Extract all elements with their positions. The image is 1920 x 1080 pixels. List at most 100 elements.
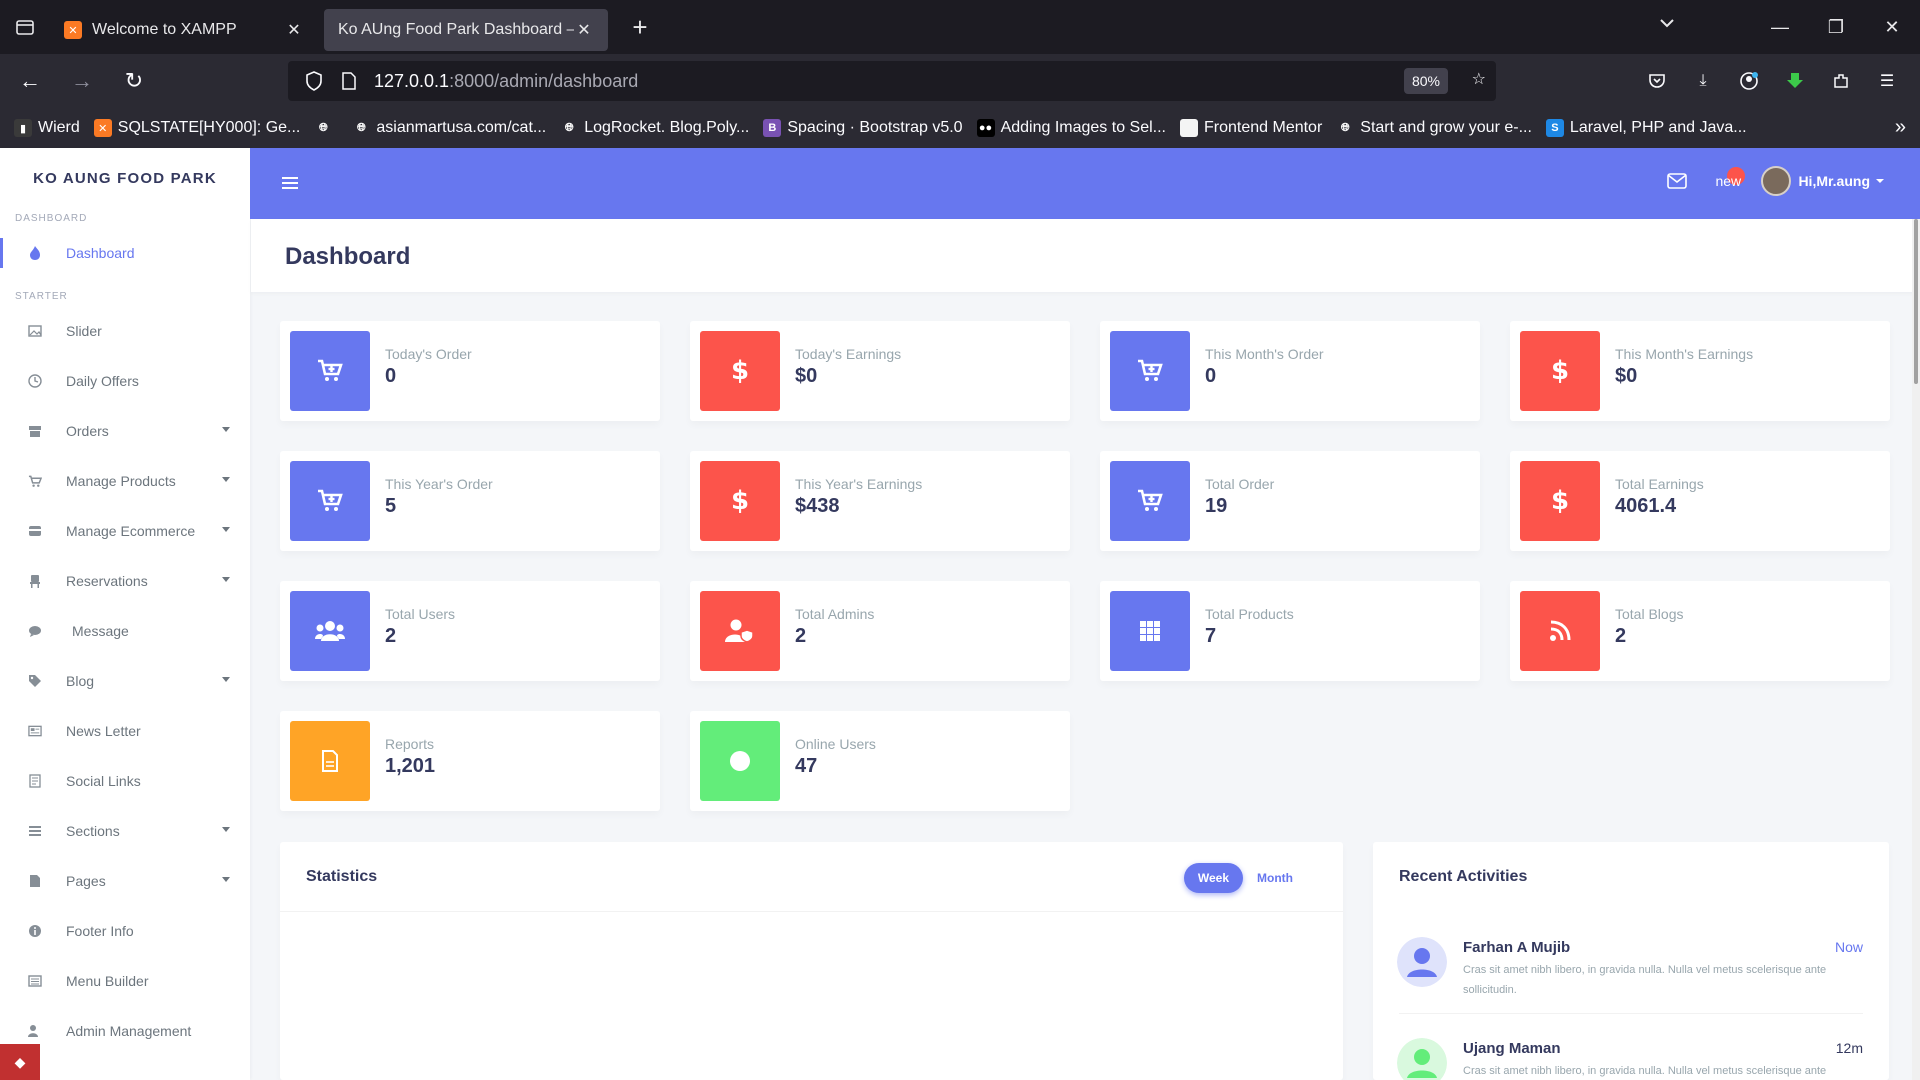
activity-text: Cras sit amet nibh libero, in gravida nu…	[1463, 964, 1827, 996]
envelope-icon[interactable]	[1657, 173, 1697, 189]
stat-card-this-month-s-earnings: $ This Month's Earnings $0	[1510, 321, 1890, 421]
sidebar-item-orders[interactable]: Orders	[0, 406, 250, 456]
restore-icon[interactable]: ❐	[1808, 0, 1864, 54]
notification-bell[interactable]: new	[1715, 167, 1755, 189]
url-host: 127.0.0.1	[374, 70, 450, 91]
bootstrap-icon: B	[763, 119, 782, 137]
tab-title: Welcome to XAMPP	[92, 21, 237, 38]
scrollbar-thumb[interactable]	[1914, 219, 1918, 384]
dollar-icon: $	[700, 461, 780, 541]
chevron-double-right-icon[interactable]: »	[1895, 116, 1906, 139]
sidebar-item-sections[interactable]: Sections	[0, 806, 250, 856]
menu-header-dashboard: DASHBOARD	[15, 212, 88, 224]
bookmark-item[interactable]: 🌐︎ asianmartusa.com/cat...	[352, 119, 546, 137]
user-greeting[interactable]: Hi,Mr.aung	[1798, 173, 1870, 189]
caret-down-icon[interactable]	[222, 827, 230, 832]
shield-icon[interactable]	[294, 71, 334, 91]
browser-tab-dashboard[interactable]: Ko AUng Food Park Dashboard — S ✕	[324, 9, 608, 51]
sidebar-item-blog[interactable]: Blog	[0, 656, 250, 706]
tab-week[interactable]: Week	[1183, 863, 1244, 893]
bookmark-item[interactable]: ✕ SQLSTATE[HY000]: Ge...	[93, 119, 300, 137]
new-tab-button[interactable]: +	[620, 7, 660, 47]
sidebar-item-footer-info[interactable]: Footer Info	[0, 906, 250, 956]
close-window-icon[interactable]: ✕	[1864, 0, 1920, 54]
stat-value: 0	[1205, 365, 1217, 387]
sidebar-item-label: Daily Offers	[66, 373, 139, 389]
browser-tab-bar: ✕ Welcome to XAMPP ✕ Ko AUng Food Park D…	[0, 0, 1920, 54]
activity-name: Ujang Maman	[1463, 1040, 1561, 1057]
sidebar-item-menu-builder[interactable]: Menu Builder	[0, 956, 250, 1006]
pocket-icon[interactable]	[1634, 59, 1680, 103]
menu-icon[interactable]: ☰	[1864, 59, 1910, 103]
caret-down-icon[interactable]	[222, 677, 230, 682]
forward-icon[interactable]: →	[60, 59, 104, 103]
sidebar-item-manage-products[interactable]: Manage Products	[0, 456, 250, 506]
stat-title: This Month's Order	[1205, 346, 1324, 362]
sidebar-item-label: Manage Ecommerce	[66, 523, 196, 539]
url-bar[interactable]: 127.0.0.1:8000/admin/dashboard 80% ☆	[288, 61, 1496, 101]
stat-title: Total Blogs	[1615, 606, 1684, 622]
chevron-down-icon[interactable]	[1658, 14, 1676, 37]
sidebar-item-news-letter[interactable]: News Letter	[0, 706, 250, 756]
sidebar-item-label: Manage Products	[66, 473, 176, 489]
url-text[interactable]: 127.0.0.1:8000/admin/dashboard	[374, 71, 638, 92]
list-item[interactable]: Farhan A Mujib Now Cras sit amet nibh li…	[1373, 912, 1889, 1013]
globe-icon: 🌐︎	[1340, 121, 1350, 134]
stat-title: Total Admins	[795, 606, 875, 622]
page-icon[interactable]	[334, 72, 364, 90]
bookmark-label: Adding Images to Sel...	[1000, 119, 1166, 136]
bookmark-item[interactable]: 🌐︎ LogRocket. Blog.Poly...	[560, 119, 750, 137]
star-icon[interactable]: ☆	[1472, 69, 1486, 89]
caret-down-icon[interactable]	[1876, 179, 1884, 183]
recent-activities-card: Recent Activities Farhan A Mujib Now Cra…	[1373, 842, 1889, 1080]
caret-down-icon[interactable]	[222, 477, 230, 482]
sidebar-item-label: Blog	[66, 673, 95, 689]
bookmark-item[interactable]: S Laravel, PHP and Java...	[1545, 119, 1747, 137]
stat-value: 1,201	[385, 755, 436, 777]
extensions-icon[interactable]	[1818, 59, 1864, 103]
sidebar-item-message[interactable]: Message	[0, 606, 250, 656]
sidebar-item-social-links[interactable]: Social Links	[0, 756, 250, 806]
laravel-debug-icon[interactable]: ◆	[0, 1044, 40, 1080]
caret-down-icon[interactable]	[222, 527, 230, 532]
tab-month[interactable]: Month	[1243, 863, 1307, 893]
bookmark-item[interactable]: B Spacing · Bootstrap v5.0	[763, 119, 963, 137]
brand-title[interactable]: KO AUNG FOOD PARK	[0, 148, 250, 208]
caret-down-icon[interactable]	[222, 427, 230, 432]
zoom-level[interactable]: 80%	[1403, 68, 1448, 94]
sidebar-item-reservations[interactable]: Reservations	[0, 556, 250, 606]
account-icon[interactable]	[1726, 59, 1772, 103]
close-icon[interactable]: ✕	[574, 20, 594, 40]
stat-title: Online Users	[795, 736, 876, 752]
caret-down-icon[interactable]	[222, 877, 230, 882]
extension-download-icon[interactable]	[1772, 59, 1818, 103]
download-icon[interactable]: ⤓	[1680, 59, 1726, 103]
hamburger-icon[interactable]	[281, 175, 299, 196]
sidebar-item-manage-ecommerce[interactable]: Manage Ecommerce	[0, 506, 250, 556]
caret-down-icon[interactable]	[222, 577, 230, 582]
browser-tab-xampp[interactable]: ✕ Welcome to XAMPP ✕	[50, 9, 318, 51]
bookmark-label: LogRocket. Blog.Poly...	[584, 119, 750, 136]
avatar[interactable]	[1761, 166, 1792, 196]
stat-value: 2	[1615, 625, 1627, 647]
stat-value: 19	[1205, 495, 1228, 517]
bookmark-item[interactable]: ●● Adding Images to Sel...	[976, 119, 1166, 137]
close-icon[interactable]: ✕	[284, 20, 304, 40]
sidebar-item-slider[interactable]: Slider	[0, 306, 250, 356]
bookmark-item[interactable]: ▮ Wierd	[14, 119, 80, 137]
sidebar-item-dashboard[interactable]: Dashboard	[0, 228, 250, 278]
stat-title: This Year's Order	[385, 476, 493, 492]
bookmark-item[interactable]: 🌐︎ Start and grow your e-...	[1336, 119, 1532, 137]
bookmark-item[interactable]: Frontend Mentor	[1180, 119, 1322, 137]
statistics-card: Statistics Week Month	[280, 842, 1343, 1080]
xampp-icon: ✕	[93, 119, 112, 137]
sidebar-item-daily-offers[interactable]: Daily Offers	[0, 356, 250, 406]
sidebar-item-pages[interactable]: Pages	[0, 856, 250, 906]
minimize-icon[interactable]: —	[1752, 0, 1808, 54]
reload-icon[interactable]: ↻	[112, 59, 156, 103]
stat-title: Total Earnings	[1615, 476, 1704, 492]
list-item[interactable]: Ujang Maman 12m Cras sit amet nibh liber…	[1373, 1013, 1889, 1080]
back-icon[interactable]: ←	[8, 59, 52, 103]
bookmark-item[interactable]: 🌐︎	[314, 119, 338, 137]
tab-list-icon[interactable]	[0, 0, 50, 54]
